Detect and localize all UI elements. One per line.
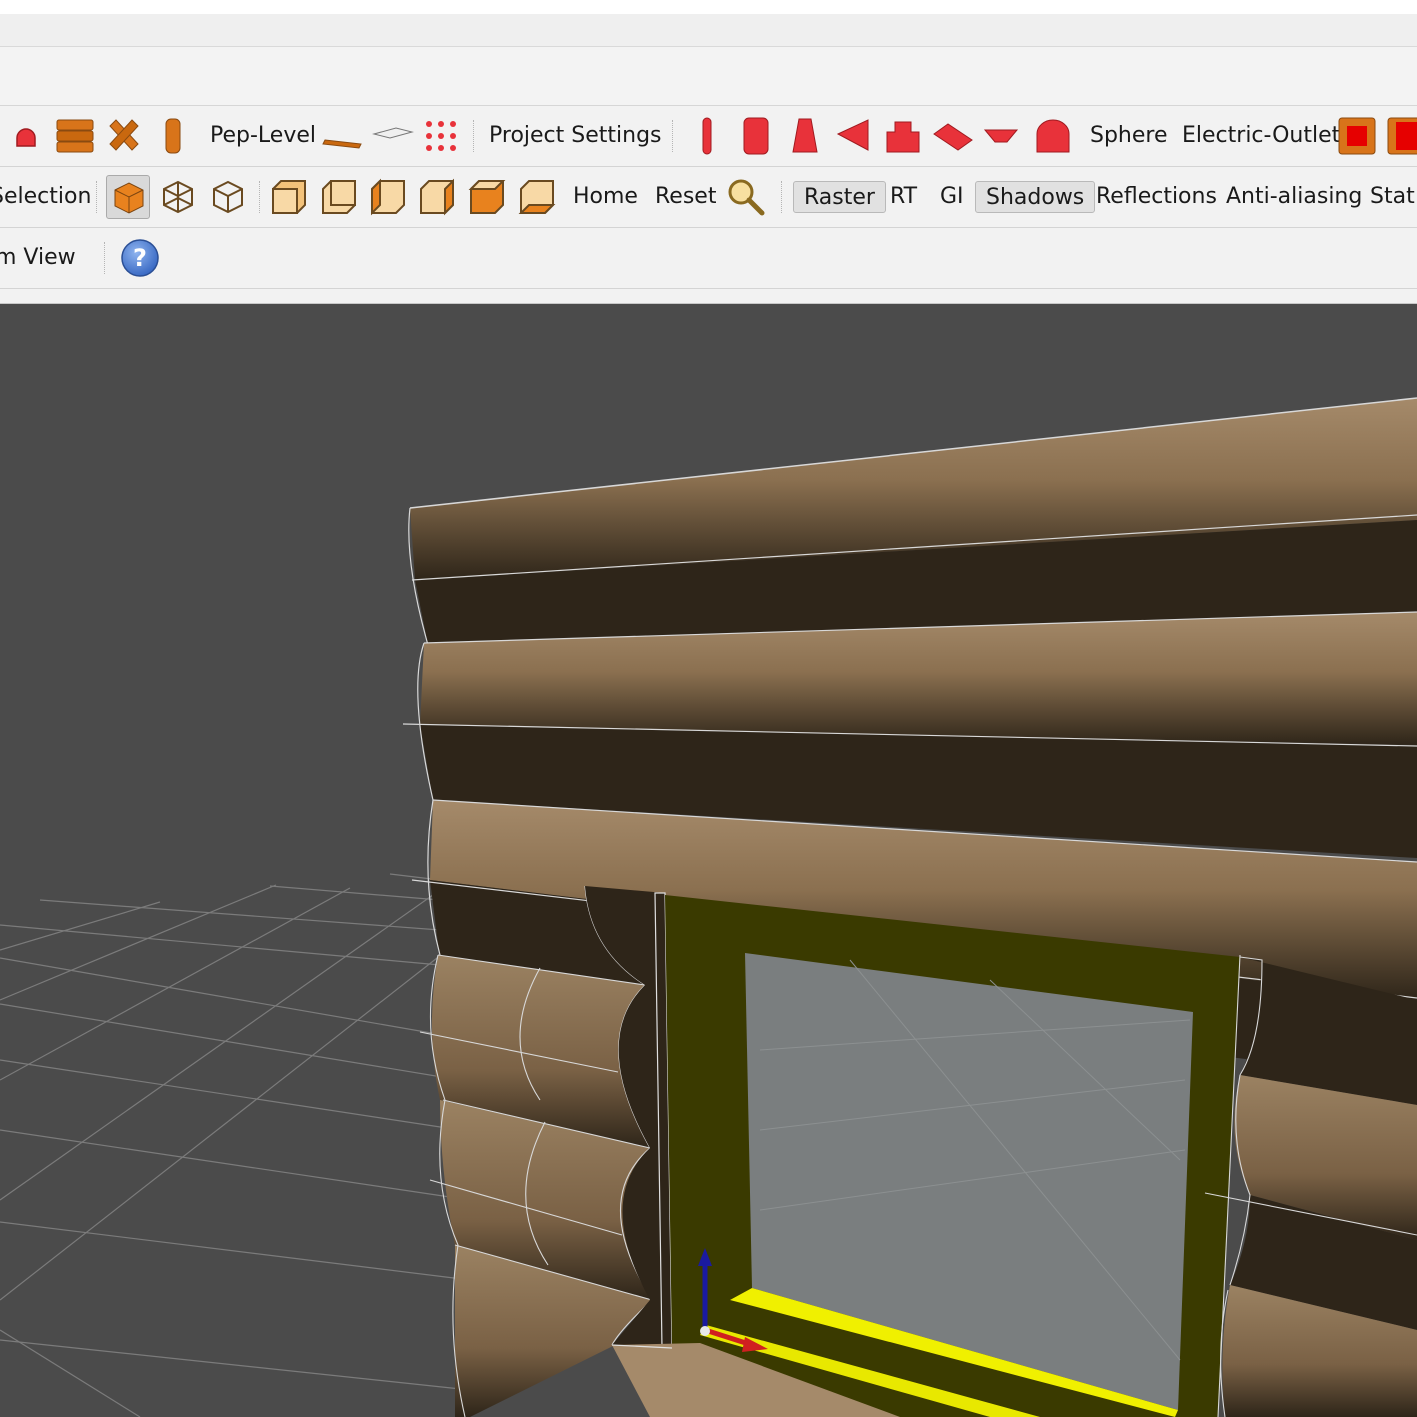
render-mode-reflections[interactable]: Reflections [1086, 181, 1227, 213]
toolbar-objects: Pep-Level Project Settings Sphere Electr… [0, 106, 1417, 167]
cylinder-icon[interactable] [685, 114, 729, 158]
toolbar-help: Zoom View ? [0, 228, 1417, 289]
view-top-icon[interactable] [465, 175, 509, 219]
render-mode-shadows[interactable]: Shadows [975, 181, 1096, 213]
electric-outlet-button[interactable]: Electric-Outlet [1182, 106, 1340, 166]
toolbar-area-bottom [0, 289, 1417, 304]
pep-level-button[interactable]: Pep-Level [210, 106, 316, 166]
outline-cube-icon[interactable] [206, 175, 250, 219]
3d-viewport[interactable] [0, 304, 1417, 1417]
view-right-icon[interactable] [415, 175, 459, 219]
render-mode-stat[interactable]: Stat [1360, 181, 1417, 213]
view-back-icon[interactable] [317, 175, 361, 219]
outlet-icon[interactable] [1335, 114, 1379, 158]
cross-beam-icon[interactable] [102, 114, 146, 158]
render-mode-raster[interactable]: Raster [793, 181, 886, 213]
wall-stack-icon[interactable] [53, 114, 97, 158]
zoom-view-button[interactable]: Zoom View [0, 228, 76, 288]
wire-cube-icon[interactable] [156, 175, 200, 219]
cone-icon[interactable] [783, 114, 827, 158]
toolbar-separator [96, 181, 98, 213]
plate-icon[interactable] [370, 114, 414, 158]
home-button[interactable]: Home [573, 167, 638, 227]
render-mode-gi[interactable]: GI [930, 181, 974, 213]
render-mode-anti-aliasing[interactable]: Anti-aliasing [1216, 181, 1372, 213]
toolbar-separator [259, 181, 261, 213]
arch-icon[interactable] [1031, 114, 1075, 158]
toolbar-separator [781, 181, 783, 213]
sphere-button[interactable]: Sphere [1090, 106, 1168, 166]
toolbar-separator [104, 242, 106, 274]
slab-icon[interactable] [321, 114, 365, 158]
solid-cube-icon[interactable] [106, 175, 150, 219]
post-icon[interactable] [151, 114, 195, 158]
svg-text:?: ? [133, 244, 147, 272]
help-icon[interactable]: ? [118, 236, 162, 280]
tab-strip [0, 47, 1417, 106]
zoom-search-icon[interactable] [724, 175, 768, 219]
gizmo-origin[interactable] [700, 1326, 710, 1336]
toolbar-separator [473, 120, 475, 152]
wedge-icon[interactable] [832, 114, 876, 158]
window-top-strip [0, 0, 1417, 14]
outlet-alt-icon[interactable] [1384, 114, 1417, 158]
trapezoid-icon[interactable] [979, 114, 1023, 158]
cylinder-red-icon[interactable] [734, 114, 778, 158]
step-block-icon[interactable] [881, 114, 925, 158]
toolbar-view: Selection Home Reset Raster RT GI Shadow… [0, 167, 1417, 228]
view-left-icon[interactable] [366, 175, 410, 219]
render-mode-rt[interactable]: RT [880, 181, 927, 213]
selection-button[interactable]: Selection [0, 167, 91, 227]
dot-grid-icon[interactable] [419, 114, 463, 158]
view-bottom-icon[interactable] [515, 175, 559, 219]
view-front-icon[interactable] [267, 175, 311, 219]
scene-render[interactable] [0, 304, 1417, 1417]
project-settings-button[interactable]: Project Settings [489, 106, 662, 166]
roof-slab-icon[interactable] [930, 114, 974, 158]
red-dome-icon[interactable] [4, 114, 48, 158]
menu-bar [0, 14, 1417, 47]
reset-button[interactable]: Reset [655, 167, 716, 227]
toolbar-separator [672, 120, 674, 152]
